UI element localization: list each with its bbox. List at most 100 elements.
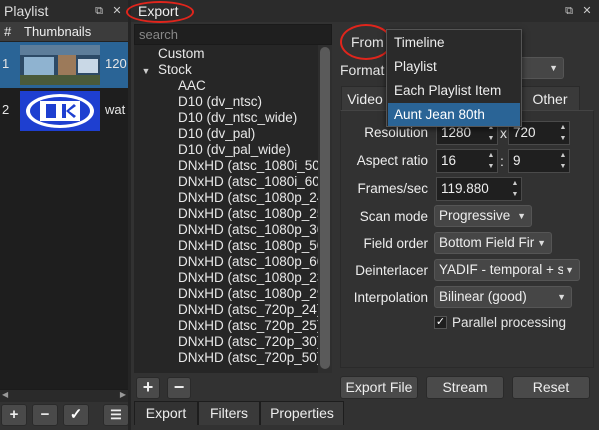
menu-item[interactable]: Timeline (388, 31, 520, 54)
parallel-processing-checkbox[interactable]: ✓ (434, 316, 447, 329)
spin-arrows-icon[interactable]: ▲ ▼ (485, 150, 497, 172)
export-titlebar (131, 0, 599, 22)
tree-item-label: DNxHD (atsc_1080p_50) (178, 238, 318, 253)
aspect-ratio-label: Aspect ratio (356, 153, 428, 168)
tree-item-label: DNxHD (atsc_720p_50) (178, 350, 318, 365)
row-number: 1 (2, 56, 10, 71)
menu-item[interactable]: Aunt Jean 80th (388, 103, 520, 126)
tree-item-label: DNxHD (atsc_720p_24) (178, 302, 318, 317)
from-dropdown-menu[interactable]: Timeline Playlist Each Playlist Item Aunt J… (386, 29, 522, 127)
fps-spinbox[interactable]: 119.880 ▲ ▼ (436, 177, 522, 201)
field-order-combo[interactable]: Bottom Field Fir ▼ (434, 232, 552, 254)
preset-tree[interactable]: Custom ▼ Stock AAC D10 (dv_ntsc) D10 (dv_ntsc… (134, 45, 332, 373)
field-order-value: Bottom Field Fir (439, 235, 535, 250)
tree-preset-item[interactable]: DNxHD (atsc_1080p_50) (134, 238, 318, 254)
tree-item-label: DNxHD (atsc_1080p_24) (178, 190, 318, 205)
export-file-button[interactable]: Export File (340, 376, 418, 399)
resolution-height-value: 720 (513, 125, 536, 140)
tree-preset-item[interactable]: D10 (dv_ntsc) (134, 94, 318, 110)
aspect-height-spinbox[interactable]: 9 ▲ ▼ (508, 149, 570, 173)
tree-item-label: D10 (dv_pal_wide) (178, 142, 291, 157)
stream-button[interactable]: Stream (426, 376, 504, 399)
tree-preset-item[interactable]: AAC (134, 78, 318, 94)
scan-mode-value: Progressive (439, 208, 511, 223)
tab-video[interactable]: Video (341, 86, 389, 110)
tree-item-label: DNxHD (atsc_1080p_60) (178, 254, 318, 269)
tree-item-label: Stock (158, 62, 192, 77)
interpolation-value: Bilinear (good) (439, 289, 527, 304)
tree-preset-item[interactable]: DNxHD (atsc_720p_50) (134, 350, 318, 366)
tab-other[interactable]: Other (520, 86, 580, 110)
tab-filters[interactable]: Filters (198, 401, 260, 425)
interpolation-combo[interactable]: Bilinear (good) ▼ (434, 286, 572, 308)
aspect-width-spinbox[interactable]: 16 ▲ ▼ (436, 149, 498, 173)
field-order-label: Field order (363, 236, 428, 251)
aspect-separator: : (500, 153, 504, 169)
row-name: wat (105, 102, 126, 117)
resolution-label: Resolution (364, 125, 428, 140)
spin-arrows-icon[interactable]: ▲ ▼ (509, 178, 521, 200)
deinterlacer-label: Deinterlacer (355, 263, 428, 278)
close-icon[interactable]: ✕ (581, 5, 593, 17)
tree-preset-item[interactable]: DNxHD (atsc_1080p_2997) (134, 286, 318, 302)
tab-export[interactable]: Export (134, 401, 198, 425)
ok-thumbnail-image (20, 91, 100, 131)
tree-preset-item[interactable]: DNxHD (atsc_720p_30) (134, 334, 318, 350)
tree-preset-item[interactable]: DNxHD (atsc_1080p_60) (134, 254, 318, 270)
tree-preset-item[interactable]: DNxHD (atsc_1080p_30) (134, 222, 318, 238)
format-combo[interactable]: ▼ (520, 57, 564, 79)
scan-mode-label: Scan mode (359, 209, 428, 224)
tree-preset-item[interactable]: DNxHD (atsc_1080i_50) (134, 158, 318, 174)
tree-item-label: DNxHD (atsc_720p_25) (178, 318, 318, 333)
column-number[interactable]: # (4, 24, 11, 39)
spin-arrows-icon[interactable]: ▲ ▼ (557, 150, 569, 172)
playlist-hscrollbar[interactable]: ◀ ▶ (0, 389, 128, 402)
undock-icon[interactable]: ⧉ (563, 5, 575, 17)
splitter[interactable] (128, 0, 131, 430)
tree-preset-item[interactable]: DNxHD (atsc_1080i_60) (134, 174, 318, 190)
menu-item[interactable]: Playlist (388, 55, 520, 78)
column-thumbnails[interactable]: Thumbnails (24, 24, 91, 39)
add-button[interactable]: + (1, 404, 27, 426)
tree-item-label: AAC (178, 78, 206, 93)
playlist-header: # Thumbnails (0, 22, 128, 42)
menu-button[interactable]: ☰ (103, 404, 129, 426)
tree-item-label: DNxHD (atsc_1080i_50) (178, 158, 318, 173)
undock-icon[interactable]: ⧉ (93, 5, 105, 17)
tree-preset-item[interactable]: DNxHD (atsc_1080p_24) (134, 190, 318, 206)
resolution-width-value: 1280 (441, 125, 472, 140)
tree-item-label: D10 (dv_pal) (178, 126, 256, 141)
tree-item-label: D10 (dv_ntsc) (178, 94, 263, 109)
tree-preset-item[interactable]: D10 (dv_pal_wide) (134, 142, 318, 158)
tree-item-label: DNxHD (atsc_1080p_2997) (178, 286, 318, 301)
row-number: 2 (2, 102, 10, 117)
tree-group[interactable]: Custom (134, 46, 318, 62)
reset-button[interactable]: Reset (512, 376, 590, 399)
deinterlacer-combo[interactable]: YADIF - temporal + s ▼ (434, 259, 580, 281)
add-preset-button[interactable]: + (136, 377, 160, 399)
tree-group[interactable]: ▼ Stock (134, 62, 318, 78)
scan-mode-combo[interactable]: Progressive ▼ (434, 205, 532, 227)
playlist-title: Playlist (4, 3, 49, 19)
format-label: Format (340, 62, 385, 78)
playlist-row-2[interactable]: 2 wat (0, 88, 128, 134)
tree-preset-item[interactable]: D10 (dv_pal) (134, 126, 318, 142)
resolution-separator: x (500, 125, 507, 141)
tree-preset-item[interactable]: DNxHD (atsc_720p_24) (134, 302, 318, 318)
tree-preset-item[interactable]: D10 (dv_ntsc_wide) (134, 110, 318, 126)
tree-preset-item[interactable]: DNxHD (atsc_1080p_25) (134, 206, 318, 222)
playlist-row-1[interactable]: 1 120 (0, 42, 128, 88)
spin-arrows-icon[interactable]: ▲ ▼ (557, 122, 569, 144)
tree-scrollbar-thumb[interactable] (320, 47, 330, 369)
search-input[interactable]: search (134, 24, 332, 45)
expand-arrow-icon[interactable]: ▼ (134, 63, 158, 78)
close-icon[interactable]: ✕ (111, 5, 123, 17)
menu-item[interactable]: Each Playlist Item (388, 79, 520, 102)
tree-preset-item[interactable]: DNxHD (atsc_720p_25) (134, 318, 318, 334)
remove-preset-button[interactable]: − (167, 377, 191, 399)
remove-button[interactable]: − (32, 404, 58, 426)
tab-properties[interactable]: Properties (260, 401, 344, 425)
update-button[interactable]: ✓ (63, 404, 89, 426)
aspect-width-value: 16 (441, 153, 457, 168)
tree-preset-item[interactable]: DNxHD (atsc_1080p_2398) (134, 270, 318, 286)
